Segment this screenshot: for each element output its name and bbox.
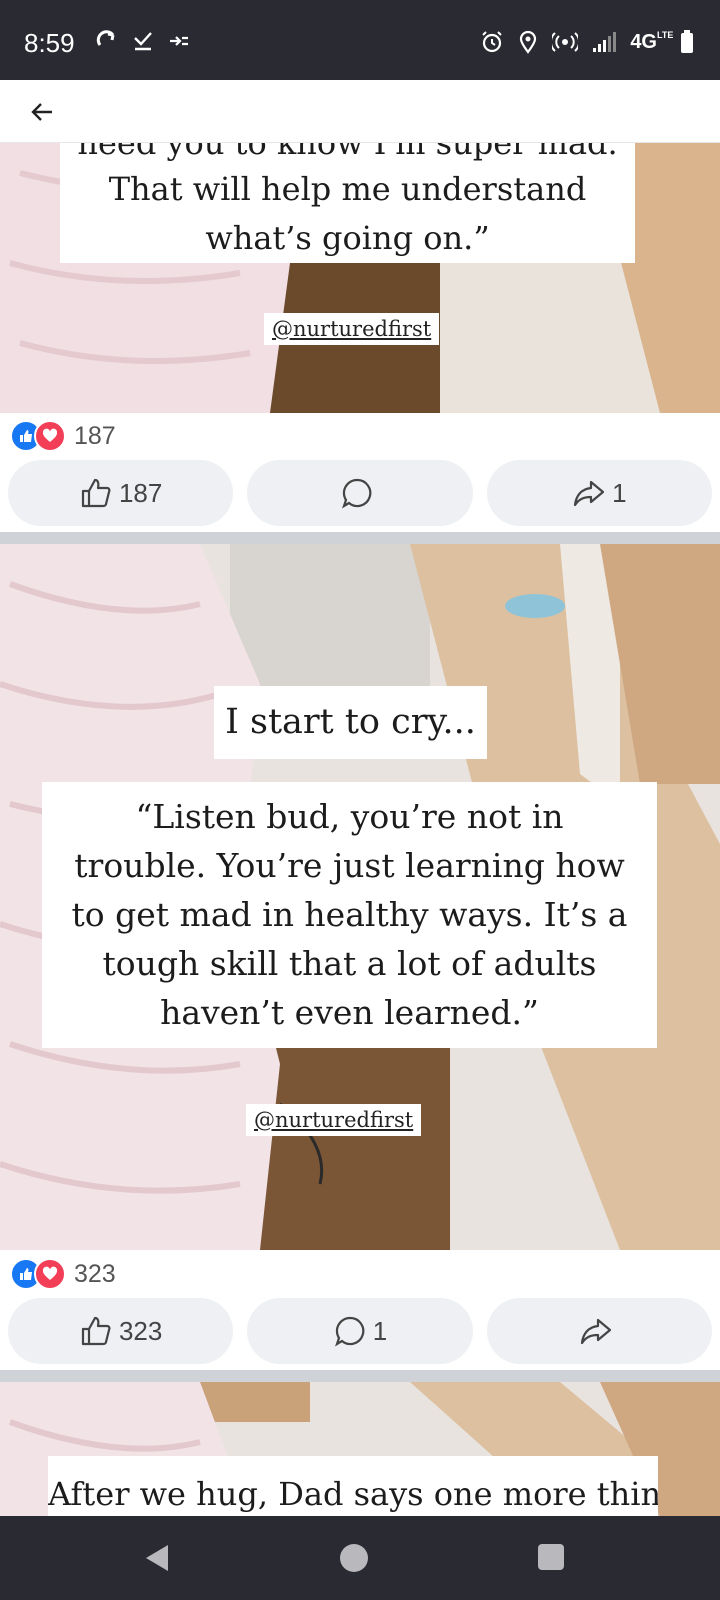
share-icon (573, 480, 605, 507)
thumbs-up-icon (81, 1316, 111, 1346)
network-sub: LTE (657, 29, 674, 40)
share-button[interactable]: 1 (486, 460, 712, 526)
battery-icon (681, 30, 693, 53)
reaction-count: 323 (74, 1259, 116, 1288)
like-button[interactable]: 187 (8, 460, 234, 526)
caption-box: need you to know I'm super mad. That wil… (60, 143, 635, 263)
caption-line: “Listen bud, you’re not in (135, 797, 564, 836)
share-button[interactable] (486, 1298, 712, 1364)
caption-line: trouble. You’re just learning how (74, 846, 625, 885)
clock: 8:59 (24, 28, 75, 58)
handle-tag: @nurturedfirst (264, 313, 440, 345)
caption-title-box: I start to cry... (214, 686, 487, 759)
love-reaction-icon (34, 1258, 66, 1290)
thumbs-up-icon (81, 478, 111, 508)
alarm-icon (482, 31, 503, 53)
check-icon (134, 32, 152, 51)
caption-partial-line: need you to know I'm super mad. (77, 143, 618, 162)
reaction-count: 187 (74, 421, 116, 450)
hotspot-icon (552, 32, 579, 52)
comment-button[interactable]: 1 (247, 1298, 473, 1364)
status-bar: 8:59 4GLTE (0, 0, 720, 80)
caption-line: haven’t even learned.” (160, 993, 539, 1032)
reaction-summary[interactable]: 323 (10, 1258, 116, 1290)
comment-button[interactable] (247, 460, 473, 526)
love-reaction-icon (34, 420, 66, 452)
post-separator (0, 532, 720, 544)
recents-nav-icon[interactable] (536, 1542, 566, 1572)
action-bar: 323 1 (8, 1298, 712, 1364)
comment-icon (342, 478, 372, 509)
post-image[interactable]: After we hug, Dad says one more thing (0, 1382, 720, 1516)
post-image[interactable]: I start to cry... “Listen bud, you’re no… (0, 544, 720, 1250)
location-icon (520, 30, 537, 54)
comment-icon (334, 1316, 365, 1347)
share-count: 1 (612, 477, 627, 508)
caption-partial-line: After we hug, Dad says one more thing (48, 1475, 658, 1513)
home-nav-icon[interactable] (338, 1542, 370, 1574)
caption-line: what’s going on.” (205, 219, 490, 257)
like-count: 323 (118, 1315, 163, 1346)
post-image[interactable]: need you to know I'm super mad. That wil… (0, 143, 720, 413)
share-icon (581, 1318, 612, 1345)
like-button[interactable]: 323 (8, 1298, 234, 1364)
caption-box: After we hug, Dad says one more thing (48, 1456, 658, 1516)
caption-line: That will help me understand (108, 170, 587, 208)
top-bar (0, 80, 720, 143)
arrow-left-icon[interactable] (28, 98, 56, 126)
sync-icon (96, 30, 115, 46)
caption-box: “Listen bud, you’re not in trouble. You’… (42, 782, 657, 1048)
comment-count: 1 (372, 1315, 388, 1346)
handle-tag: @nurturedfirst (246, 1104, 422, 1136)
system-nav-bar (0, 1516, 720, 1600)
like-count: 187 (118, 477, 163, 508)
caption-title: I start to cry... (225, 702, 476, 742)
action-bar: 187 1 (8, 460, 712, 526)
back-nav-icon[interactable] (142, 1542, 172, 1574)
post-separator (0, 1370, 720, 1382)
signal-icon (593, 32, 617, 52)
caption-line: to get mad in healthy ways. It’s a (71, 895, 628, 934)
reaction-summary[interactable]: 187 (10, 420, 116, 452)
network-type: 4GLTE (630, 29, 674, 53)
data-transfer-icon (170, 36, 188, 46)
caption-line: tough skill that a lot of adults (102, 944, 597, 983)
